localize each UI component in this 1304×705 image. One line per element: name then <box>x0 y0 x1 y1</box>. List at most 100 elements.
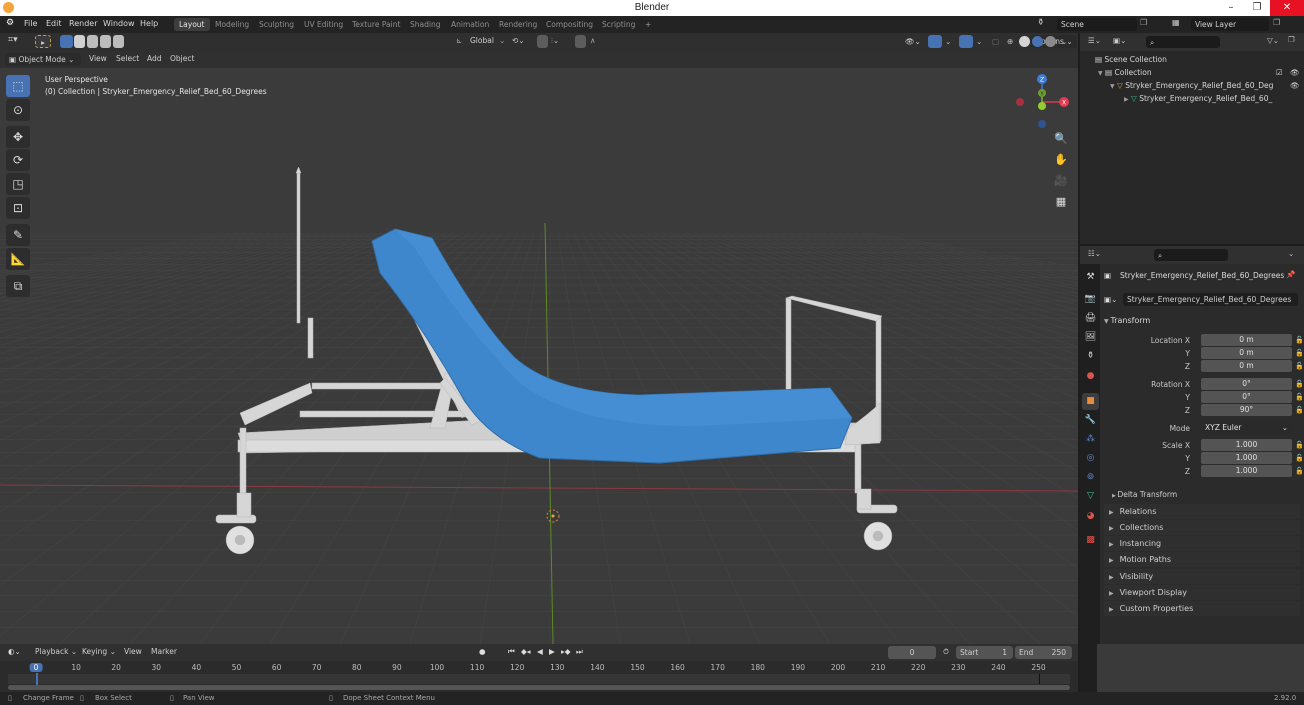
lock-location-z-icon[interactable]: 🔓 <box>1295 362 1304 370</box>
select-mode-icon[interactable]: ▸ <box>35 35 51 48</box>
world-tab-icon[interactable]: ● <box>1082 368 1099 385</box>
scene-field[interactable]: Scene <box>1057 18 1137 31</box>
scale-y-field[interactable]: 1.000 <box>1201 452 1292 464</box>
view-layer-icon[interactable]: ▦ <box>1172 18 1180 27</box>
expand-arrow-icon[interactable]: ▶ <box>1124 96 1129 103</box>
tab-shading[interactable]: Shading <box>405 18 445 31</box>
gizmo-neg-x-axis[interactable] <box>1016 98 1024 106</box>
chevron-down-icon[interactable]: ⌄ <box>976 37 982 46</box>
tab-uv-editing[interactable]: UV Editing <box>299 18 348 31</box>
object-datablock-icon[interactable]: ▣⌄ <box>1104 295 1117 304</box>
menu-file[interactable]: File <box>24 19 37 28</box>
outliner-item-mesh[interactable]: ▶ ▽ Stryker_Emergency_Relief_Bed_60_ <box>1080 92 1304 105</box>
lock-rotation-x-icon[interactable]: 🔓 <box>1295 380 1304 388</box>
playhead-frame-indicator[interactable]: 0 <box>29 663 43 672</box>
lock-location-x-icon[interactable]: 🔓 <box>1295 336 1304 344</box>
rotation-mode-dropdown[interactable]: XYZ Euler ⌄ <box>1201 422 1292 434</box>
play-icon[interactable]: ▶ <box>549 647 555 656</box>
wireframe-shading-icon[interactable]: ⊕ <box>1007 37 1013 46</box>
menu-edit[interactable]: Edit <box>46 19 62 28</box>
tab-animation[interactable]: Animation <box>446 18 494 31</box>
marker-menu[interactable]: Marker <box>151 647 177 656</box>
select-box-tool-icon[interactable]: ⬚ <box>6 75 30 97</box>
keying-menu[interactable]: Keying ⌄ <box>82 647 116 656</box>
visibility-icon[interactable]: 👁⌄ <box>905 37 921 46</box>
material-tab-icon[interactable]: ◕ <box>1082 508 1099 525</box>
timeline-view-menu[interactable]: View <box>124 647 142 656</box>
render-tab-icon[interactable]: 📷 <box>1082 291 1099 308</box>
custom-properties-section[interactable]: ▶ Custom Properties <box>1104 601 1300 616</box>
properties-editor-type-icon[interactable]: ☷⌄ <box>1088 249 1101 258</box>
select-extend-icon[interactable] <box>74 35 85 48</box>
menu-select[interactable]: Select <box>116 54 139 63</box>
scale-x-field[interactable]: 1.000 <box>1201 439 1292 451</box>
add-workspace-button[interactable]: + <box>640 18 656 31</box>
tab-sculpting[interactable]: Sculpting <box>254 18 299 31</box>
cursor-tool-icon[interactable]: ⊙ <box>6 99 30 121</box>
tool-tab-icon[interactable]: ⚒ <box>1082 269 1099 286</box>
select-invert-icon[interactable] <box>100 35 111 48</box>
tab-texture-paint[interactable]: Texture Paint <box>347 18 405 31</box>
menu-add[interactable]: Add <box>147 54 162 63</box>
transform-tool-icon[interactable]: ⊡ <box>6 197 30 219</box>
scene-tab-icon[interactable]: ⚱ <box>1082 348 1099 365</box>
outliner-item-scene-collection[interactable]: ▤ Scene Collection <box>1080 53 1304 66</box>
proportional-edit-icon[interactable] <box>575 35 586 48</box>
start-frame-field[interactable]: Start 1 <box>956 646 1013 659</box>
gizmo-neg-y-axis[interactable] <box>1038 102 1046 110</box>
restore-button[interactable]: ❐ <box>1244 0 1270 16</box>
playhead-line[interactable] <box>36 673 38 685</box>
minimize-button[interactable]: – <box>1218 0 1244 16</box>
menu-object[interactable]: Object <box>170 54 194 63</box>
expand-arrow-icon[interactable]: ▼ <box>1098 70 1103 77</box>
location-x-field[interactable]: 0 m <box>1201 334 1292 346</box>
new-view-layer-icon[interactable]: ❐ <box>1273 18 1280 27</box>
viewport-display-section[interactable]: ▶ Viewport Display <box>1104 585 1300 600</box>
select-intersect-icon[interactable] <box>113 35 124 48</box>
filter-icon[interactable]: ▽⌄ <box>1267 36 1279 45</box>
menu-help[interactable]: Help <box>140 19 158 28</box>
properties-options-icon[interactable]: ⌄ <box>1288 249 1294 258</box>
editor-type-icon[interactable]: ⌗▾ <box>8 35 18 45</box>
timeline-editor-type-icon[interactable]: ◐⌄ <box>8 647 21 656</box>
expand-arrow-icon[interactable]: ▼ <box>1110 83 1115 90</box>
jump-to-end-icon[interactable]: ⏭ <box>576 647 583 657</box>
pivot-point-icon[interactable]: ⟲⌄ <box>512 36 525 45</box>
scene-selector-icon[interactable]: ⚱ <box>1037 18 1045 28</box>
jump-to-prev-keyframe-icon[interactable]: ◆◂ <box>521 647 531 656</box>
add-cube-tool-icon[interactable]: ⧉ <box>6 275 30 297</box>
rotate-tool-icon[interactable]: ⟳ <box>6 149 30 171</box>
collections-section[interactable]: ▶ Collections <box>1104 520 1300 535</box>
new-scene-icon[interactable]: ❐ <box>1140 18 1147 27</box>
gizmo-toggle-icon[interactable] <box>928 35 942 48</box>
rotation-x-field[interactable]: 0° <box>1201 378 1292 390</box>
outliner-search-input[interactable]: ⌕ <box>1146 36 1220 48</box>
navigation-gizmo[interactable]: Z X Y <box>1016 74 1069 128</box>
orthographic-toggle-icon[interactable]: ▦ <box>1051 192 1071 212</box>
lock-scale-z-icon[interactable]: 🔓 <box>1295 467 1304 475</box>
display-mode-icon[interactable]: ▣⌄ <box>1113 36 1126 45</box>
constraints-tab-icon[interactable]: ⊚ <box>1082 469 1099 486</box>
gizmo-neg-z-axis[interactable] <box>1038 120 1046 128</box>
measure-tool-icon[interactable]: 📐 <box>6 248 30 270</box>
data-tab-icon[interactable]: ▽ <box>1082 488 1099 505</box>
select-subtract-icon[interactable] <box>87 35 98 48</box>
use-preview-range-icon[interactable]: ⏱ <box>943 647 949 657</box>
camera-view-icon[interactable]: 🎥 <box>1051 171 1071 191</box>
motion-paths-section[interactable]: ▶ Motion Paths <box>1104 552 1300 567</box>
snap-target-icon[interactable]: ⫶⌄ <box>551 36 559 46</box>
view-layer-field[interactable]: View Layer <box>1191 18 1269 31</box>
end-frame-field[interactable]: End 250 <box>1015 646 1072 659</box>
xray-toggle-icon[interactable]: ▢ <box>992 37 999 46</box>
timeline-ruler[interactable]: 0 10 20 30 40 50 60 70 80 90 100 110 120 130 140 150 160… <box>8 661 1070 674</box>
delta-transform-subpanel[interactable]: ▶ Delta Transform <box>1112 490 1177 499</box>
object-name-field[interactable]: Stryker_Emergency_Relief_Bed_60_Degrees <box>1123 293 1298 306</box>
overlay-toggle-icon[interactable] <box>959 35 973 48</box>
close-button[interactable]: ✕ <box>1270 0 1304 16</box>
jump-to-start-icon[interactable]: ⏮ <box>508 647 515 657</box>
transform-panel-header[interactable]: ▼ Transform <box>1104 316 1150 325</box>
mode-dropdown[interactable]: ▣ Object Mode ⌄ <box>5 53 81 66</box>
shading-options-icon[interactable]: ⌄ <box>1061 37 1067 46</box>
annotate-tool-icon[interactable]: ✎ <box>6 224 30 246</box>
falloff-icon[interactable]: ∧ <box>590 36 596 45</box>
